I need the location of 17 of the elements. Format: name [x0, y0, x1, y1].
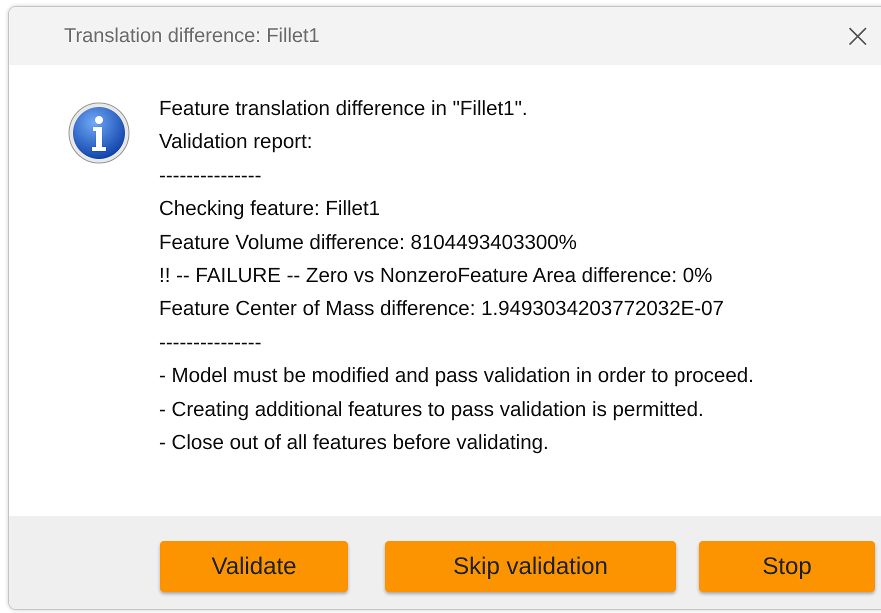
message-line: Feature translation difference in "Fillet1". — [159, 96, 529, 122]
message-line: - Creating additional features to pass validation is permitted. — [159, 396, 705, 423]
message-line: - Model must be modified and pass validation in order to proceed. — [159, 363, 755, 390]
dialog-button[interactable]: Skip validation — [385, 541, 676, 592]
message-line: Feature Center of Mass difference: 1.9493034203772032E-07 — [159, 296, 725, 322]
info-icon — [68, 102, 130, 164]
message-line: Validation report: — [159, 129, 314, 156]
message-line: - Close out of all features before validating. — [159, 430, 550, 456]
message-line: !! -- FAILURE -- Zero vs NonzeroFeature Area difference: 0% — [159, 263, 714, 290]
message-line: --------------- — [159, 162, 262, 189]
dialog-button[interactable]: Stop — [699, 541, 875, 592]
dialog-button[interactable]: Validate — [160, 541, 348, 592]
close-button[interactable]: × — [844, 19, 872, 53]
message-line: --------------- — [159, 330, 262, 356]
message-line: Checking feature: Fillet1 — [159, 196, 382, 222]
message-line: Feature Volume difference: 8104493403300% — [159, 230, 578, 256]
window-title: Translation difference: Fillet1 — [64, 24, 320, 48]
